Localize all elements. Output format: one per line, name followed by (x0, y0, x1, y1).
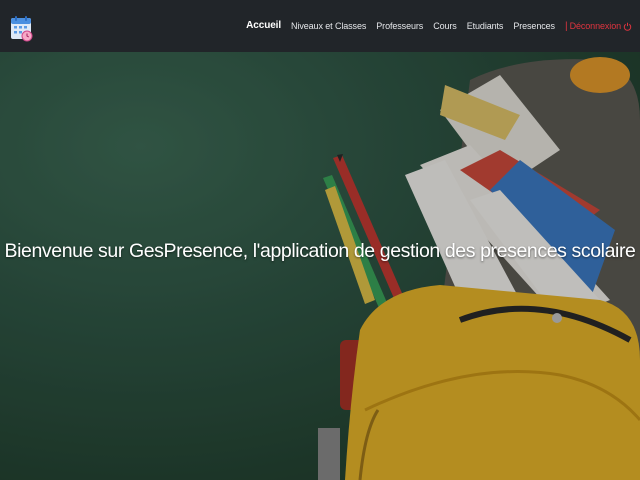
nav-niveaux-classes[interactable]: Niveaux et Classes (286, 0, 371, 52)
hero-banner: Bienvenue sur GesPresence, l'application… (0, 52, 640, 480)
nav-accueil[interactable]: Accueil (241, 0, 286, 52)
hero-overlay (0, 52, 640, 480)
main-nav: Accueil Niveaux et Classes Professeurs C… (241, 0, 632, 52)
nav-etudiants[interactable]: Etudiants (462, 0, 509, 52)
logout-link[interactable]: Déconnexion (568, 0, 632, 52)
nav-presences[interactable]: Presences (508, 0, 560, 52)
logout-label: Déconnexion (569, 21, 622, 31)
nav-cours[interactable]: Cours (428, 0, 462, 52)
power-icon (623, 22, 632, 31)
nav-professeurs[interactable]: Professeurs (371, 0, 428, 52)
calendar-clock-icon (11, 16, 33, 42)
welcome-heading: Bienvenue sur GesPresence, l'application… (4, 240, 636, 262)
app-logo[interactable] (10, 8, 34, 44)
navbar: Accueil Niveaux et Classes Professeurs C… (0, 0, 640, 52)
